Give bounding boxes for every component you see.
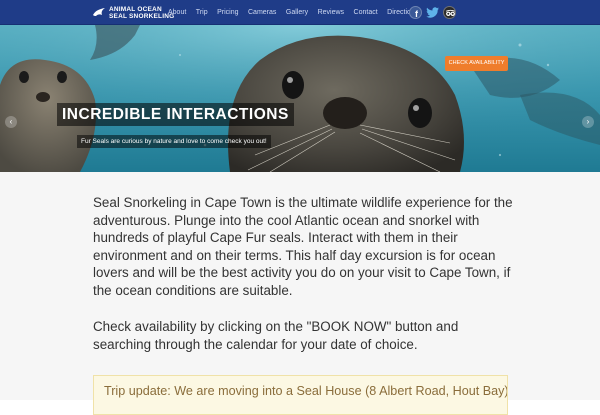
nav-link-cameras[interactable]: Cameras	[248, 9, 276, 16]
seal-underwater-photo	[0, 25, 600, 172]
facebook-icon[interactable]: f	[409, 6, 422, 19]
top-navigation-bar: ANIMAL OCEAN SEAL SNORKELING About Trip …	[0, 0, 600, 25]
brand-name-line-1: ANIMAL OCEAN	[109, 6, 162, 13]
brand-name-line-2: SEAL SNORKELING	[109, 13, 175, 20]
nav-link-reviews[interactable]: Reviews	[318, 9, 344, 16]
main-content: Seal Snorkeling in Cape Town is the ulti…	[0, 172, 600, 415]
hero-slider: CHECK AVAILABILITY INCREDIBLE INTERACTIO…	[0, 25, 600, 172]
intro-paragraph: Seal Snorkeling in Cape Town is the ulti…	[93, 194, 513, 300]
nav-link-contact[interactable]: Contact	[354, 9, 378, 16]
nav-link-trip[interactable]: Trip	[196, 9, 208, 16]
nav-link-pricing[interactable]: Pricing	[217, 9, 238, 16]
booking-instructions: Check availability by clicking on the "B…	[93, 319, 459, 352]
check-availability-button[interactable]: CHECK AVAILABILITY	[445, 56, 508, 71]
chevron-left-icon: ‹	[9, 117, 13, 126]
twitter-icon[interactable]	[426, 6, 439, 19]
nav-link-gallery[interactable]: Gallery	[286, 9, 308, 16]
seal-logo-icon	[93, 8, 105, 16]
chevron-right-icon: ›	[586, 117, 590, 126]
brand-logo[interactable]: ANIMAL OCEAN SEAL SNORKELING	[92, 5, 174, 21]
slider-next-button[interactable]: ›	[582, 116, 594, 128]
slider-previous-button[interactable]: ‹	[5, 116, 17, 128]
main-menu: About Trip Pricing Cameras Gallery Revie…	[168, 0, 428, 25]
slide-caption: Fur Seals are curious by nature and love…	[77, 135, 271, 148]
tripadvisor-icon[interactable]	[443, 6, 456, 19]
slide-title: INCREDIBLE INTERACTIONS	[57, 103, 294, 126]
svg-text:f: f	[415, 9, 419, 19]
trip-update-notice: Trip update: We are moving into a Seal H…	[93, 375, 508, 415]
intro-text: in Cape Town is the ultimate wildlife ex…	[93, 195, 513, 298]
seal-snorkeling-link[interactable]: Seal Snorkeling	[93, 195, 187, 210]
nav-link-about[interactable]: About	[168, 9, 186, 16]
